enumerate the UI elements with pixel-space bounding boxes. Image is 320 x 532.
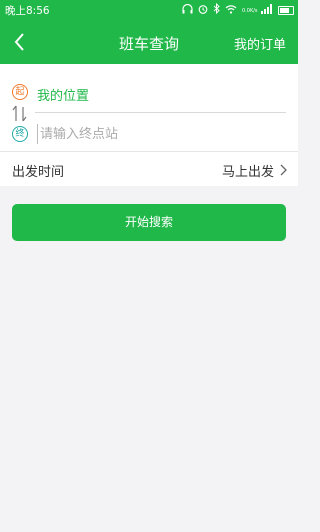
status-time: 晚上8:56: [5, 5, 50, 17]
start-badge: 起: [12, 84, 28, 100]
divider: [0, 151, 298, 152]
status-bar: 晚上8:56 0.0K/s: [0, 0, 298, 20]
wifi-icon: [225, 4, 237, 18]
start-search-button[interactable]: 开始搜索: [12, 204, 286, 241]
route-panel: 起 我的位置 终 出发时间 马上出发: [0, 64, 298, 186]
status-icons: 0.0K/s: [182, 2, 294, 18]
departure-time-value[interactable]: 马上出发: [222, 161, 274, 180]
destination-input[interactable]: [37, 124, 277, 144]
headphones-icon: [182, 3, 193, 18]
end-badge: 终: [12, 126, 28, 142]
departure-time-label: 出发时间: [12, 165, 65, 180]
start-location[interactable]: 我的位置: [37, 85, 89, 104]
net-speed: 0.0K/s: [242, 7, 258, 14]
alarm-icon: [198, 4, 208, 18]
signal-icon: [261, 3, 273, 18]
divider: [35, 112, 286, 113]
my-orders-button[interactable]: 我的订单: [234, 34, 286, 53]
bluetooth-icon: [213, 2, 220, 18]
swap-icon[interactable]: [10, 104, 30, 124]
chevron-right-icon[interactable]: [278, 162, 288, 176]
battery-icon: [278, 6, 294, 15]
app-bar: 班车查询 我的订单: [0, 20, 298, 64]
